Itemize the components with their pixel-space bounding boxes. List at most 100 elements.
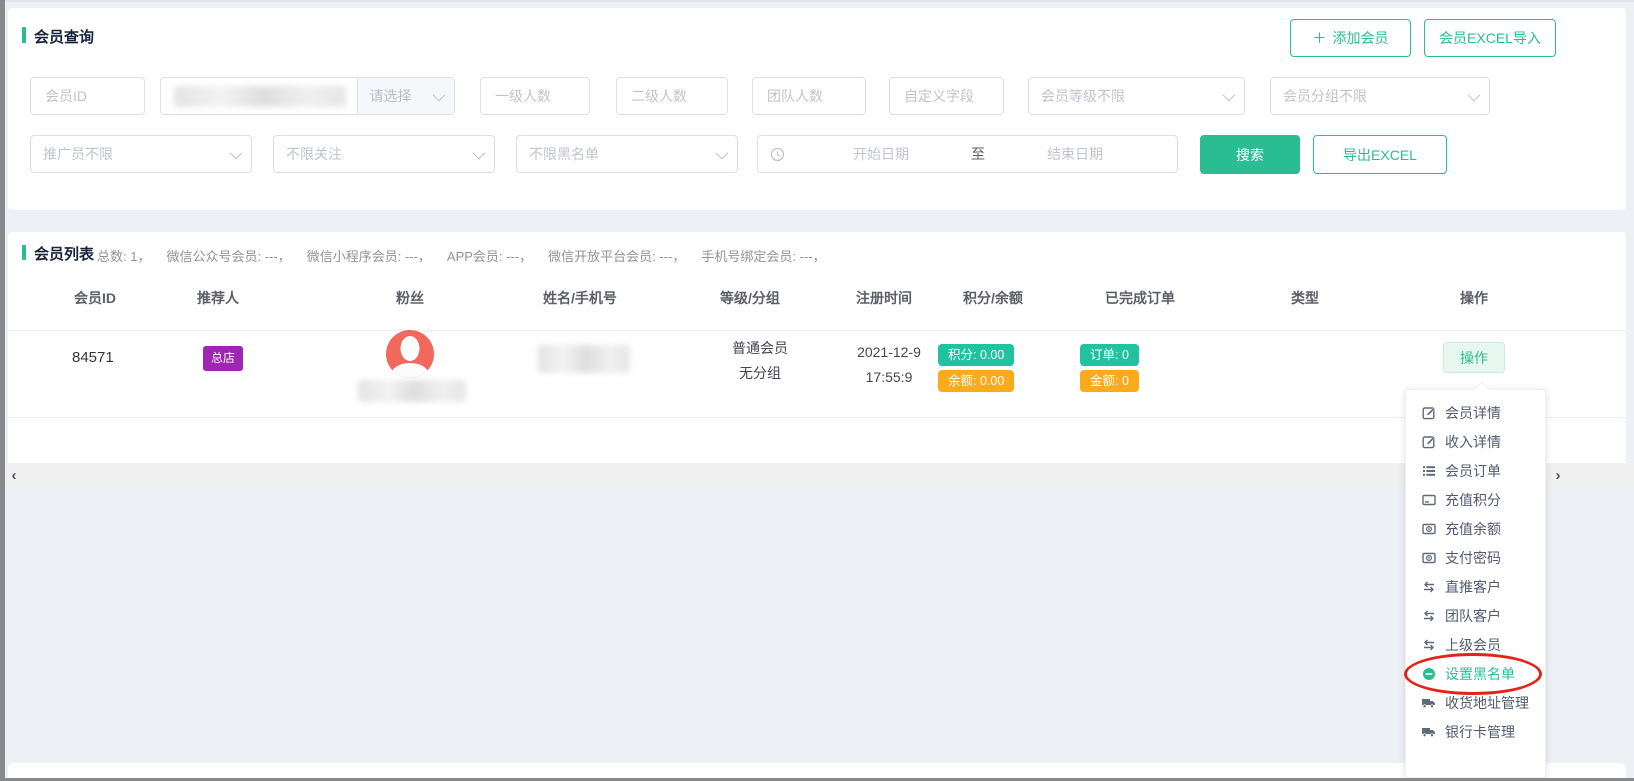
row-action-button[interactable]: 操作 [1443,342,1505,373]
section-accent-bar [22,245,26,260]
col-referrer: 推荐人 [148,288,288,308]
follow-select[interactable]: 不限关注 [273,135,495,173]
menu-item-label: 上级会员 [1445,635,1501,655]
add-member-button[interactable]: ＋ 添加会员 [1290,19,1411,57]
custom-field-input[interactable] [889,77,1004,115]
chevron-down-icon [433,88,446,101]
col-action: 操作 [1404,288,1544,308]
menu-item-label: 充值积分 [1445,490,1501,510]
row-group: 无分组 [690,363,830,383]
menu-item-label: 会员详情 [1445,403,1501,423]
redacted-name-phone [538,345,630,373]
menu-item-income-detail[interactable]: 收入详情 [1406,427,1545,456]
col-fans: 粉丝 [340,288,480,308]
action-dropdown-menu: 会员详情 收入详情 会员订单 充值积分 充值余额 支付密码 直推客户 团队客户 … [1405,389,1546,778]
keyword-type-select[interactable]: 请选择 [357,78,454,114]
search-button[interactable]: 搜索 [1200,135,1300,174]
keyword-combo-input[interactable]: 请选择 [160,77,455,115]
stat-phone-bound: 手机号绑定会员: ---， [701,246,825,265]
window-edge-top [0,0,1634,2]
menu-item-label: 收入详情 [1445,432,1501,452]
row-member-id: 84571 [72,348,152,368]
stat-wechat-mini: 微信小程序会员: ---， [307,246,431,265]
row-register-date: 2021-12-9 [824,342,954,362]
menu-item-recharge-points[interactable]: 充值积分 [1406,485,1545,514]
menu-item-upper-member[interactable]: 上级会员 [1406,630,1545,659]
edit-square-icon [1421,435,1436,449]
menu-item-label: 支付密码 [1445,548,1501,568]
add-member-label: 添加会员 [1333,28,1389,48]
menu-item-label: 团队客户 [1445,606,1501,626]
menu-item-label: 银行卡管理 [1445,722,1515,742]
coin-icon [1421,551,1436,565]
promoter-select[interactable]: 推广员不限 [30,135,252,173]
date-start-placeholder[interactable]: 开始日期 [791,144,971,164]
menu-item-label: 直推客户 [1445,577,1501,597]
menu-item-team-customers[interactable]: 团队客户 [1406,601,1545,630]
transfer-icon [1421,580,1436,594]
col-type: 类型 [1235,288,1375,308]
card-icon [1421,493,1436,507]
date-range-picker[interactable]: 开始日期 至 结束日期 [757,135,1178,173]
referrer-badge: 总店 [203,346,243,371]
custom-field-field[interactable] [902,87,991,105]
list-icon [1421,464,1436,478]
member-id-field[interactable] [43,87,132,105]
blacklist-select[interactable]: 不限黑名单 [516,135,738,173]
team-count-field[interactable] [765,87,853,105]
truck-icon [1421,696,1436,710]
keyword-input[interactable] [161,78,357,114]
scroll-right-icon[interactable]: › [1548,463,1568,487]
export-excel-label: 导出EXCEL [1343,145,1417,165]
menu-item-shipping-address[interactable]: 收货地址管理 [1406,688,1545,717]
menu-item-member-detail[interactable]: 会员详情 [1406,398,1545,427]
search-button-label: 搜索 [1236,145,1264,165]
clock-icon [770,140,785,169]
chevron-down-icon [1223,88,1236,101]
export-excel-button[interactable]: 导出EXCEL [1313,135,1447,174]
plus-icon: ＋ [1313,28,1327,48]
avatar-shoulders-shape [391,363,429,378]
col-completed-orders: 已完成订单 [1065,288,1215,308]
menu-item-direct-customers[interactable]: 直推客户 [1406,572,1545,601]
table-row[interactable]: 84571 总店 普通会员 无分组 2021-12-9 17:55:9 积分: … [8,330,1626,418]
level2-count-field[interactable] [629,87,715,105]
stat-wechat-open: 微信开放平台会员: ---， [548,246,685,265]
level1-count-input[interactable] [480,77,590,115]
member-group-select[interactable]: 会员分组不限 [1270,77,1490,115]
redacted-fan-nickname [358,380,466,402]
member-id-input[interactable] [30,77,145,115]
level2-count-input[interactable] [616,77,728,115]
edit-square-icon [1421,406,1436,420]
menu-item-pay-password[interactable]: 支付密码 [1406,543,1545,572]
member-excel-import-button[interactable]: 会员EXCEL导入 [1424,19,1556,57]
date-end-placeholder[interactable]: 结束日期 [985,144,1165,164]
menu-item-recharge-balance[interactable]: 充值余额 [1406,514,1545,543]
menu-item-set-blacklist[interactable]: 设置黑名单 [1406,659,1545,688]
horizontal-scrollbar[interactable] [5,463,1634,487]
promoter-value: 推广员不限 [43,144,113,164]
col-points-balance: 积分/余额 [923,288,1063,308]
member-level-select[interactable]: 会员等级不限 [1028,77,1245,115]
team-count-input[interactable] [752,77,866,115]
col-member-id: 会员ID [45,288,145,308]
page: 会员查询 ＋ 添加会员 会员EXCEL导入 请选择 会员等级不限 会员分组不限 [0,0,1634,781]
amount-badge: 金额: 0 [1080,370,1139,392]
balance-badge: 余额: 0.00 [938,370,1014,392]
member-list-title: 会员列表 [34,243,94,264]
excel-import-label: 会员EXCEL导入 [1439,28,1541,48]
section-accent-bar [22,27,26,43]
chevron-down-icon [473,146,486,159]
avatar[interactable] [386,330,434,378]
truck-icon [1421,725,1436,739]
scroll-left-icon[interactable]: ‹ [4,463,24,487]
stat-app: APP会员: ---， [447,246,532,265]
menu-item-member-orders[interactable]: 会员订单 [1406,456,1545,485]
menu-item-label: 收货地址管理 [1445,693,1529,713]
menu-item-bank-card[interactable]: 银行卡管理 [1406,717,1545,746]
search-panel-title: 会员查询 [34,26,94,47]
transfer-icon [1421,638,1436,652]
date-separator: 至 [971,144,985,164]
level1-count-field[interactable] [493,87,577,105]
chevron-down-icon [1468,88,1481,101]
